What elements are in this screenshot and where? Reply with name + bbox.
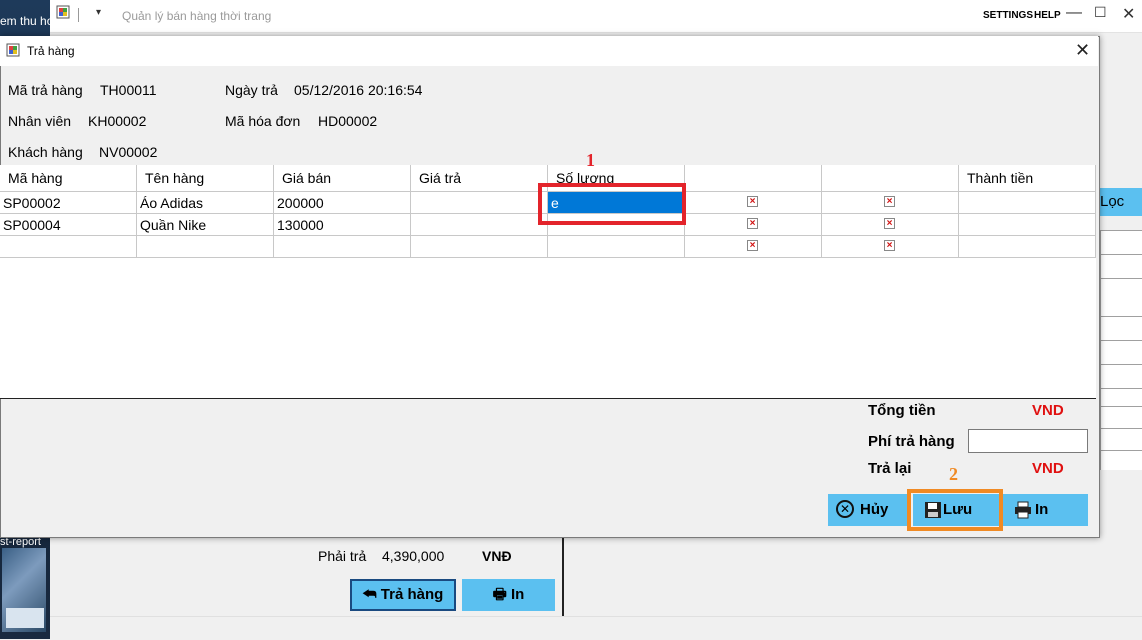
main-print-button[interactable]: 🖶 In — [462, 579, 555, 611]
annotation-highlight-box-1 — [538, 183, 686, 225]
delete-icon[interactable]: × — [747, 240, 758, 251]
nhan-vien-label: Nhân viên — [8, 113, 72, 129]
titlebar-separator — [78, 8, 79, 22]
column-header-ma-hang[interactable]: Mã hàng — [0, 165, 137, 192]
delete-icon[interactable]: × — [884, 218, 895, 229]
khach-hang-value: NV00002 — [99, 144, 158, 160]
minimize-icon[interactable]: — — [1066, 4, 1082, 22]
maximize-icon[interactable]: ☐ — [1094, 4, 1107, 21]
dialog-titlebar — [0, 36, 1098, 66]
cancel-icon: ✕ — [836, 500, 854, 518]
column-header-ten-hang[interactable]: Tên hàng — [137, 165, 274, 192]
table-row-cell-ma-hang[interactable]: SP00004 — [0, 214, 137, 236]
printer-icon: 🖶 — [492, 586, 507, 603]
table-row-cell-gia-ban[interactable]: 130000 — [274, 214, 411, 236]
help-menu[interactable]: HELP — [1034, 10, 1061, 21]
phi-tra-hang-label: Phí trả hàng — [868, 433, 955, 450]
main-status-strip — [50, 616, 1142, 640]
table-row-cell-thanh-tien[interactable] — [959, 192, 1096, 214]
column-header-delete-2[interactable] — [822, 165, 959, 192]
desktop-thumbnail-detail — [6, 608, 44, 628]
tra-hang-button[interactable]: ⮪ Trả hàng — [350, 579, 456, 611]
ma-tra-hang-label: Mã trả hàng — [8, 82, 83, 98]
annotation-step-1: 1 — [586, 150, 595, 170]
ma-hoa-don-label: Mã hóa đơn — [225, 113, 301, 129]
table-row-cell-ten-hang[interactable]: Quần Nike — [137, 214, 274, 236]
quick-access-dropdown-icon[interactable]: ▾ — [96, 7, 101, 18]
table-row-cell-gia-tra[interactable] — [411, 192, 548, 214]
dialog-close-icon[interactable]: ✕ — [1075, 40, 1090, 61]
delete-icon[interactable]: × — [747, 218, 758, 229]
settings-menu[interactable]: SETTINGS — [983, 10, 1033, 21]
phai-tra-currency: VNĐ — [482, 548, 512, 564]
table-row-cell-gia-tra[interactable] — [411, 236, 548, 258]
main-right-list — [1100, 230, 1142, 470]
table-row-cell-gia-tra[interactable] — [411, 214, 548, 236]
dialog-title: Trả hàng — [27, 44, 75, 58]
ma-hoa-don-value: HD00002 — [318, 113, 378, 129]
printer-icon — [1015, 501, 1031, 519]
tong-tien-label: Tổng tiền — [868, 402, 936, 419]
column-header-thanh-tien[interactable]: Thành tiền — [959, 165, 1096, 192]
table-row-cell-ma-hang[interactable]: SP00002 — [0, 192, 137, 214]
ngay-tra-value: 05/12/2016 20:16:54 — [294, 82, 423, 98]
table-row-cell-thanh-tien[interactable] — [959, 236, 1096, 258]
return-arrow-icon: ⮪ — [362, 586, 377, 603]
app-icon — [56, 5, 70, 19]
close-icon[interactable]: ✕ — [1122, 4, 1135, 24]
ma-tra-hang-value: TH00011 — [100, 82, 157, 98]
filter-button[interactable]: Lọc — [1096, 188, 1142, 216]
tra-lai-currency: VND — [1032, 460, 1064, 477]
table-row-cell-so-luong[interactable] — [548, 236, 685, 258]
column-header-gia-ban[interactable]: Giá bán — [274, 165, 411, 192]
table-row-cell-ten-hang[interactable]: Áo Adidas — [137, 192, 274, 214]
phai-tra-label: Phải trả — [318, 548, 367, 564]
annotation-highlight-box-2 — [907, 489, 1003, 531]
delete-icon[interactable]: × — [884, 196, 895, 207]
dialog-app-icon — [6, 43, 20, 57]
table-row-cell-ma-hang[interactable] — [0, 236, 137, 258]
main-print-button-label: In — [511, 586, 525, 603]
main-window-title: Quản lý bán hàng thời trang — [122, 9, 272, 23]
delete-icon[interactable]: × — [747, 196, 758, 207]
column-header-gia-tra[interactable]: Giá trả — [411, 165, 548, 192]
delete-icon[interactable]: × — [884, 240, 895, 251]
tra-hang-button-label: Trả hàng — [380, 586, 444, 603]
nhan-vien-value: KH00002 — [88, 113, 147, 129]
ngay-tra-label: Ngày trả — [225, 82, 278, 98]
table-row-cell-ten-hang[interactable] — [137, 236, 274, 258]
table-row-cell-gia-ban[interactable] — [274, 236, 411, 258]
column-header-delete-1[interactable] — [685, 165, 822, 192]
annotation-step-2: 2 — [949, 464, 958, 484]
table-row-cell-gia-ban[interactable]: 200000 — [274, 192, 411, 214]
desktop-icon-label[interactable]: em thu ho — [0, 14, 50, 28]
khach-hang-label: Khách hàng — [8, 144, 83, 160]
table-row-cell-thanh-tien[interactable] — [959, 214, 1096, 236]
phi-tra-hang-input[interactable] — [968, 429, 1088, 453]
phai-tra-value: 4,390,000 — [382, 548, 445, 564]
tong-tien-currency: VND — [1032, 402, 1064, 419]
tra-lai-label: Trả lại — [868, 460, 912, 477]
